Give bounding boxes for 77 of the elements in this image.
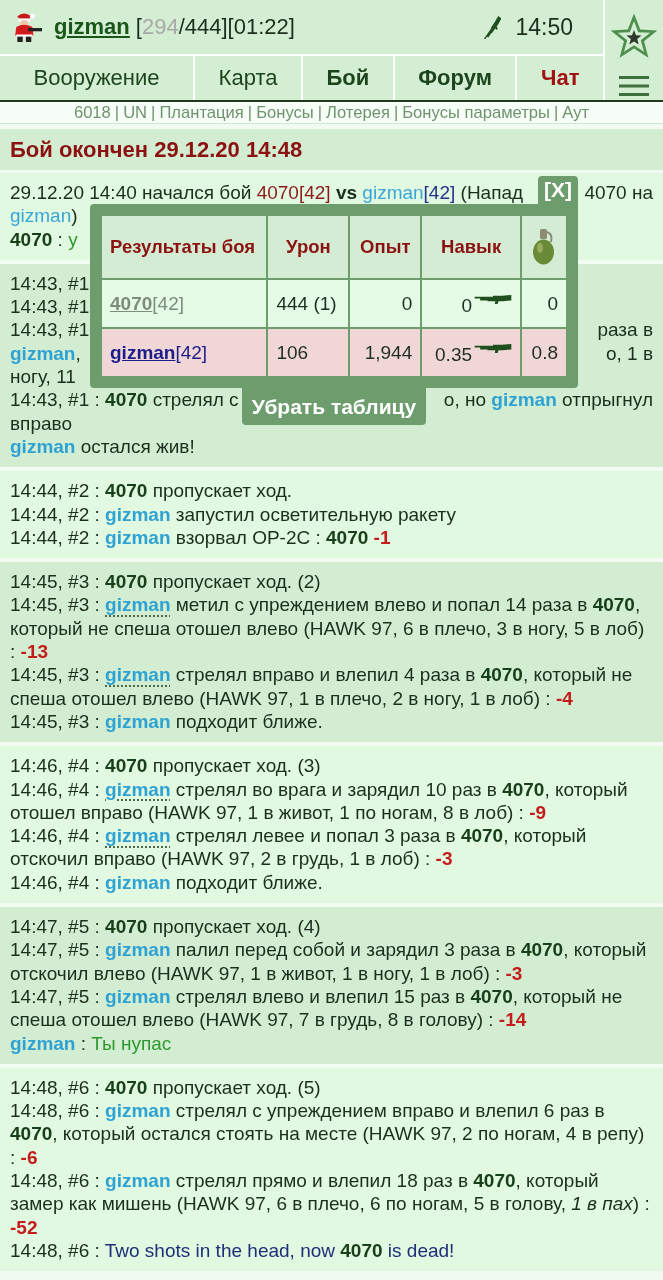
log-text: 14:43, #1 : 4070 стрелял с [10, 388, 239, 412]
close-button[interactable]: [X] [538, 176, 578, 204]
log-text: gizman, [10, 341, 81, 366]
log-entry: 14:48, #6 : 4070 пропускает ход. (5) [10, 1075, 321, 1100]
table-cell: 1,944 [349, 328, 422, 377]
log-entry: gizman : Ты нупас [10, 1031, 172, 1055]
log-text: 29.12.20 14:40 начался бой 4070[42] vs gizman[42] (Напад [10, 181, 524, 205]
log-text: 14:43, #1 [10, 318, 90, 342]
link-separator: | [114, 103, 120, 122]
log-entry: вправо [10, 411, 72, 435]
log-entry: 4070 : у [10, 227, 78, 251]
log-entry: 14:45, #3 : gizman метил с упреждением влево и попал 14 раза в 4070, который не спеша отошел влево (HAWK 97, 6 в плечо, 3 в ногу, 5 в лоб) : -13 [10, 593, 646, 664]
nav-tab[interactable]: Бой [303, 56, 395, 100]
log-entry: 14:47, #5 : gizman палил перед собой и зарядил 3 раза в 4070, который отскочил влево (HAWK 97, 1 в живот, 1 в ногу, 1 в лоб) : -3 [10, 938, 648, 985]
hide-table-button[interactable]: Убрать таблицу [241, 388, 427, 425]
log-entry: 14:48, #6 : Two shots in the head, now 4070 is dead! [10, 1238, 455, 1263]
log-entry: 14:44, #2 : gizman взорвал ОР-2С : 4070 -1 [10, 525, 391, 550]
log-entry: 14:44, #2 : 4070 пропускает ход. [10, 479, 293, 503]
log-entry: ногу, 11 [10, 365, 76, 389]
log-entry: 14:44, #2 : gizman запустил осветительную ракету [10, 502, 456, 526]
grenade-icon [532, 229, 556, 265]
log-entry: 14:48, #6 : gizman стрелял с упреждением вправо и влепил 6 раз в 4070, который остался стоять на месте (HAWK 97, 2 по ногам, 4 в репу) : -6 [10, 1099, 646, 1169]
link-separator: | [247, 103, 253, 122]
log-text: раза в [597, 318, 653, 342]
link-separator: | [317, 103, 323, 122]
table-cell: 0.8 [521, 328, 567, 377]
log-text: 4070 на [584, 181, 653, 205]
sub-link[interactable]: Лотерея [326, 103, 390, 122]
log-text: о, но gizman отпрыгнул [443, 388, 653, 412]
menu-icon[interactable] [619, 76, 649, 96]
log-entry: gizman) [10, 204, 78, 228]
log-entry: 14:45, #3 : gizman подходит ближе. [10, 709, 323, 734]
log-entry: 14:45, #3 : 4070 пропускает ход. (2) [10, 570, 321, 594]
shotgun-icon [481, 15, 502, 39]
nav-tab[interactable]: Чат [517, 56, 603, 100]
log-entry: 14:47, #5 : 4070 пропускает ход. (4) [10, 915, 321, 939]
stats-text: [294/444][01:22] [135, 14, 295, 40]
log-entry: 14:45, #3 : gizman стрелял вправо и влепил 4 раза в 4070, который не спеша отошел влево (HAWK 97, 1 в плечо, 2 в ногу, 1 в лоб) : -4 [10, 663, 634, 710]
log-entry: 14:43, #1 [10, 295, 90, 319]
rank-text: [42] [152, 292, 184, 314]
column-header: Урон [267, 215, 350, 279]
sub-link[interactable]: Бонусы [256, 103, 314, 122]
log-entry: 14:48, #6 : gizman стрелял прямо и влепил 18 раз в 4070, который замер как мишень (HAWK 97, 6 в плечо, 6 по ногам, 5 в голову, 1 в пах) : -52 [10, 1169, 651, 1239]
log-entry: 14:46, #4 : 4070 пропускает ход. (3) [10, 754, 321, 778]
clock-text: 14:50 [515, 13, 573, 41]
skill-value: 0.35 [435, 343, 473, 365]
column-header: Результаты боя [101, 215, 268, 279]
rank-text: [42] [175, 341, 208, 363]
sub-link[interactable]: Бонусы параметры [402, 103, 550, 122]
nav-tab[interactable]: Карта [195, 56, 303, 100]
sub-link[interactable]: UN [123, 103, 148, 122]
shotgun-icon [474, 342, 513, 354]
sub-link[interactable]: Аут [562, 103, 590, 122]
log-text: о, 1 в [605, 341, 653, 366]
log-entry: 14:46, #4 : gizman стрелял левее и попал 3 раза в 4070, который отскочил вправо (HAWK 97, 2 в грудь, 1 в лоб) : -3 [10, 824, 588, 871]
link-separator: | [393, 103, 399, 122]
column-header: Навык [421, 215, 522, 279]
log-entry: 14:43, #1 [10, 271, 90, 296]
column-header: Опыт [349, 215, 422, 279]
shotgun-icon [474, 293, 513, 305]
skill-value: 0 [461, 294, 473, 316]
star-icon[interactable] [609, 12, 659, 60]
link-separator: | [151, 103, 156, 122]
nav-tab[interactable]: Форум [394, 56, 518, 100]
table-cell: 106 [267, 328, 350, 377]
link-separator: | [554, 103, 559, 122]
sub-link[interactable]: 6018 [73, 103, 111, 122]
nav-tab[interactable]: Вооружение [0, 56, 196, 100]
player-link[interactable]: gizman [110, 341, 176, 363]
log-entry: 14:46, #4 : gizman стрелял во врага и зарядил 10 раз в 4070, который отошел вправо (HAWK 97, 1 в живот, 1 по ногам, 8 в лоб) : -9 [10, 777, 629, 825]
sub-link[interactable]: Плантация [159, 103, 244, 122]
log-entry: 14:47, #5 : gizman стрелял влево и влепил 15 раз в 4070, который не спеша отошел влево (HAWK 97, 7 в грудь, 8 в голову) : -14 [10, 984, 624, 1032]
player-link[interactable]: 4070 [110, 292, 153, 314]
username-link[interactable]: gizman [54, 14, 130, 40]
log-entry: gizman остался жив! [10, 434, 195, 459]
battle-title: Бой окончен 29.12.20 14:48 [10, 136, 303, 163]
log-entry: 14:46, #4 : gizman подходит ближе. [10, 870, 323, 894]
